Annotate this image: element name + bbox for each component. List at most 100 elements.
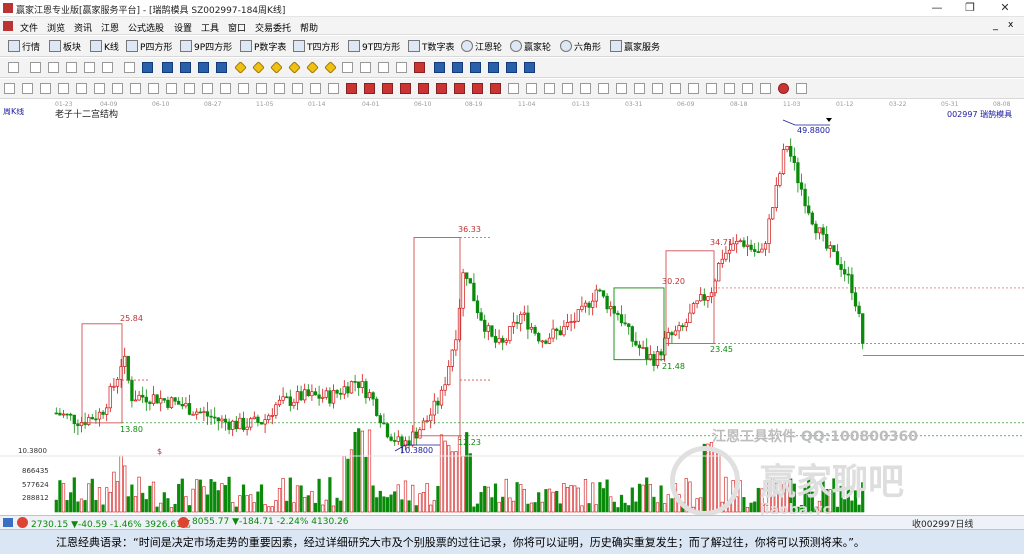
percent-icon[interactable] [544, 83, 555, 94]
menu-file[interactable]: 文件 [20, 21, 38, 34]
tool-icon-2[interactable] [526, 83, 537, 94]
toolbar-9tsquare-button[interactable]: 9T四方形 [348, 40, 400, 53]
line-icon[interactable] [66, 62, 77, 73]
print-icon[interactable] [470, 62, 481, 73]
close-button[interactable]: ✕ [990, 0, 1020, 17]
toolbar-ptable-button[interactable]: P数字表 [240, 40, 286, 53]
toolbar-gannwheel-button[interactable]: 江恩轮 [461, 40, 502, 53]
gann-icon-6[interactable] [436, 83, 447, 94]
bar-style-icon-12[interactable] [202, 83, 213, 94]
mark-icon[interactable] [414, 62, 425, 73]
bar-style-icon-9[interactable] [148, 83, 159, 94]
menu-gann[interactable]: 江恩 [101, 21, 119, 34]
bar-style-icon-17[interactable] [292, 83, 303, 94]
toolbar-service-button[interactable]: 赢家服务 [610, 40, 660, 53]
diamond-icon-2[interactable] [252, 61, 265, 74]
tool-icon-6[interactable] [616, 83, 627, 94]
bar-style-icon-11[interactable] [184, 83, 195, 94]
bar-style-icon-7[interactable] [112, 83, 123, 94]
toolbar-quote-button[interactable]: 行情 [8, 40, 40, 53]
mdi-min-icon[interactable]: _ [993, 20, 998, 31]
gann-icon-5[interactable] [418, 83, 429, 94]
bar-style-icon-6[interactable] [94, 83, 105, 94]
tool-icon-10[interactable] [688, 83, 699, 94]
back-icon[interactable] [198, 62, 209, 73]
last-icon[interactable] [180, 62, 191, 73]
bar-style-icon-13[interactable] [220, 83, 231, 94]
tool-icon-13[interactable] [742, 83, 753, 94]
export-icon[interactable] [488, 62, 499, 73]
menu-help[interactable]: 帮助 [300, 21, 318, 34]
tool-icon-4[interactable] [580, 83, 591, 94]
gann-icon-4[interactable] [400, 83, 411, 94]
menu-info[interactable]: 资讯 [74, 21, 92, 34]
cursor-icon[interactable] [102, 62, 113, 73]
diamond-icon-4[interactable] [288, 61, 301, 74]
bar-style-icon-18[interactable] [310, 83, 321, 94]
toolbar-kline-button[interactable]: K线 [90, 40, 119, 53]
car-icon[interactable] [506, 62, 517, 73]
gann-icon-7[interactable] [454, 83, 465, 94]
diamond-icon-6[interactable] [324, 61, 337, 74]
bar-style-icon-14[interactable] [238, 83, 249, 94]
hand-icon[interactable] [342, 62, 353, 73]
circle-icon[interactable] [778, 83, 789, 94]
settings-icon[interactable] [524, 62, 535, 73]
bar-style-icon-16[interactable] [274, 83, 285, 94]
pen-icon[interactable] [378, 62, 389, 73]
toolbar-winnerwheel-button[interactable]: 赢家轮 [510, 40, 551, 53]
maximize-button[interactable]: ❐ [955, 0, 985, 17]
first-icon[interactable] [162, 62, 173, 73]
minimize-button[interactable]: — [922, 0, 952, 17]
app-menu-icon[interactable] [3, 21, 13, 31]
font-icon[interactable] [124, 62, 135, 73]
gann-icon-3[interactable] [382, 83, 393, 94]
bar-style-icon-1[interactable] [4, 83, 15, 94]
gann-icon-9[interactable] [490, 83, 501, 94]
cross-icon[interactable] [360, 62, 371, 73]
bar-style-icon-5[interactable] [76, 83, 87, 94]
draw-icon[interactable] [48, 62, 59, 73]
bar-style-icon-15[interactable] [256, 83, 267, 94]
tool-icon-8[interactable] [652, 83, 663, 94]
bar-style-icon-2[interactable] [22, 83, 33, 94]
erase-icon[interactable] [84, 62, 95, 73]
tool-icon-9[interactable] [670, 83, 681, 94]
zoom-icon[interactable] [30, 62, 41, 73]
status-grid-icon[interactable] [3, 518, 13, 527]
bar-style-icon-8[interactable] [130, 83, 141, 94]
bar-style-icon-10[interactable] [166, 83, 177, 94]
infinity-icon[interactable] [796, 83, 807, 94]
toolbar-hexagon-button[interactable]: 六角形 [560, 40, 601, 53]
mdi-close-icon[interactable]: x [1008, 20, 1013, 30]
menu-settings[interactable]: 设置 [174, 21, 192, 34]
diamond-icon-5[interactable] [306, 61, 319, 74]
diamond-icon-1[interactable] [234, 61, 247, 74]
menu-tools[interactable]: 工具 [201, 21, 219, 34]
diamond-icon-3[interactable] [270, 61, 283, 74]
tool-icon-14[interactable] [760, 83, 771, 94]
tool-icon-12[interactable] [724, 83, 735, 94]
save-icon[interactable] [452, 62, 463, 73]
bar-style-icon-3[interactable] [40, 83, 51, 94]
toolbar-tsquare-button[interactable]: T四方形 [293, 40, 340, 53]
menu-formula[interactable]: 公式选股 [128, 21, 164, 34]
calc-icon[interactable] [434, 62, 445, 73]
tool-icon-1[interactable] [508, 83, 519, 94]
tool-icon-5[interactable] [598, 83, 609, 94]
tool-icon-7[interactable] [634, 83, 645, 94]
menu-window[interactable]: 窗口 [228, 21, 246, 34]
menu-trade[interactable]: 交易委托 [255, 21, 291, 34]
kline-chart[interactable]: 周K线 老子十二宫结构 002997 瑞鹄模具 49.8800 36.33 34… [0, 108, 1024, 518]
tool-icon-11[interactable] [706, 83, 717, 94]
gann-icon-1[interactable] [346, 83, 357, 94]
toolbar-9psquare-button[interactable]: 9P四方形 [180, 40, 232, 53]
period-icon[interactable] [8, 62, 19, 73]
gann-icon-8[interactable] [472, 83, 483, 94]
forward-icon[interactable] [216, 62, 227, 73]
text-icon[interactable] [396, 62, 407, 73]
toolbar-psquare-button[interactable]: P四方形 [126, 40, 172, 53]
bar-style-icon-19[interactable] [328, 83, 339, 94]
gann-icon-2[interactable] [364, 83, 375, 94]
toolbar-sector-button[interactable]: 板块 [49, 40, 81, 53]
